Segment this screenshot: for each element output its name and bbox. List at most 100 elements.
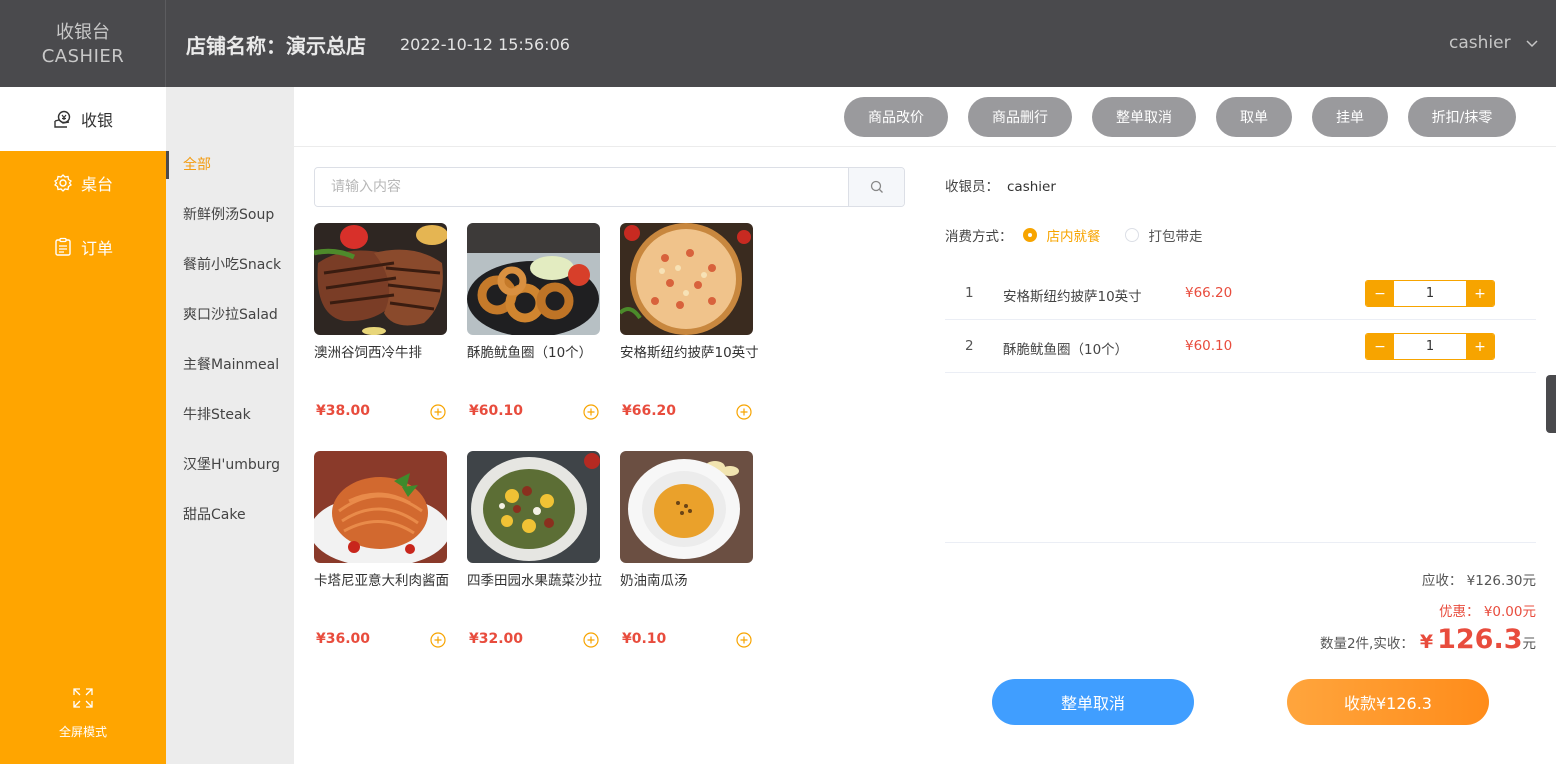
- product-price: ¥36.00: [316, 631, 371, 647]
- product-name: 卡塔尼亚意大利肉酱面: [314, 573, 449, 589]
- cancel-order-button[interactable]: 整单取消: [992, 679, 1194, 725]
- top-header: 收银台 CASHIER 店铺名称：演示总店 2022-10-12 15:56:0…: [0, 0, 1556, 87]
- order-item-row: 2 酥脆鱿鱼圈（10个） ¥60.10 − +: [945, 320, 1536, 373]
- product-price: ¥0.10: [622, 631, 667, 647]
- dine-in-label: 店内就餐: [1046, 229, 1101, 245]
- retrieve-order-button[interactable]: 取单: [1216, 97, 1292, 137]
- fullscreen-label: 全屏模式: [58, 725, 107, 739]
- product-price: ¥66.20: [622, 403, 677, 419]
- search-input[interactable]: [315, 168, 848, 206]
- user-menu[interactable]: cashier: [1449, 33, 1539, 53]
- product-card[interactable]: 四季田园水果蔬菜沙拉 ¥32.00: [467, 451, 602, 661]
- radio-dot: [1022, 228, 1037, 242]
- discount-button[interactable]: 折扣/抹零: [1408, 97, 1516, 137]
- quantity-input[interactable]: [1394, 281, 1466, 306]
- add-to-cart-icon[interactable]: [736, 404, 752, 420]
- store-name: 店铺名称：演示总店: [186, 34, 366, 58]
- add-to-cart-icon[interactable]: [430, 404, 446, 420]
- product-name: 安格斯纽约披萨10英寸: [620, 345, 759, 361]
- nav-item-order[interactable]: 订单: [0, 215, 166, 279]
- nav-item-cashier[interactable]: 收银: [0, 87, 166, 151]
- category-item-soup[interactable]: 新鲜例汤Soup: [166, 201, 294, 229]
- product-card[interactable]: 安格斯纽约披萨10英寸 ¥66.20: [620, 223, 759, 433]
- product-image-pizza: [620, 223, 753, 335]
- product-card[interactable]: 奶油南瓜汤 ¥0.10: [620, 451, 754, 661]
- brand-logo: 收银台 CASHIER: [0, 0, 166, 87]
- order-item-row: 1 安格斯纽约披萨10英寸 ¥66.20 − +: [945, 267, 1536, 320]
- product-card[interactable]: 卡塔尼亚意大利肉酱面 ¥36.00: [314, 451, 449, 661]
- order-item-index: 2: [965, 338, 974, 354]
- product-image-salad: [467, 451, 600, 563]
- add-to-cart-icon[interactable]: [430, 632, 446, 648]
- order-item-price: ¥66.20: [1185, 285, 1233, 301]
- quantity-stepper: − +: [1365, 333, 1495, 360]
- cashier-app: 收银台 CASHIER 店铺名称：演示总店 2022-10-12 15:56:0…: [0, 0, 1556, 764]
- add-to-cart-icon[interactable]: [583, 632, 599, 648]
- fullscreen-toggle[interactable]: 全屏模式: [0, 687, 166, 740]
- quantity-input[interactable]: [1394, 334, 1466, 359]
- takeaway-radio[interactable]: 打包带走: [1124, 225, 1203, 245]
- quantity-increase-button[interactable]: +: [1466, 281, 1494, 306]
- quantity-stepper: − +: [1365, 280, 1495, 307]
- paid-currency: ¥: [1419, 631, 1434, 653]
- delete-line-button[interactable]: 商品删行: [968, 97, 1072, 137]
- dining-mode: 消费方式： 店内就餐 打包带走: [945, 225, 1203, 245]
- chevron-down-icon: [1526, 40, 1538, 48]
- add-to-cart-icon[interactable]: [583, 404, 599, 420]
- product-search: [314, 167, 905, 207]
- order-item-name: 安格斯纽约披萨10英寸: [1003, 289, 1142, 305]
- dine-in-radio[interactable]: 店内就餐: [1022, 225, 1101, 245]
- order-item-price: ¥60.10: [1185, 338, 1233, 354]
- paid-amount: 126.3: [1437, 624, 1523, 655]
- category-item-snack[interactable]: 餐前小吃Snack: [166, 251, 294, 279]
- category-item-cake[interactable]: 甜品Cake: [166, 501, 294, 529]
- category-item-burger[interactable]: 汉堡H'umburg: [166, 451, 294, 479]
- quantity-increase-button[interactable]: +: [1466, 334, 1494, 359]
- paid-unit: 元: [1522, 636, 1537, 652]
- brand-title-cn: 收银台: [56, 22, 110, 43]
- discount-amount: 优惠： ¥0.00元: [1439, 604, 1536, 620]
- category-item-all[interactable]: 全部: [166, 151, 294, 179]
- dining-mode-label: 消费方式：: [945, 229, 1013, 245]
- nav-label-cashier: 收银: [80, 111, 113, 130]
- quantity-decrease-button[interactable]: −: [1366, 281, 1394, 306]
- checkout-button[interactable]: 收款¥126.3: [1287, 679, 1489, 725]
- side-drawer-handle[interactable]: [1546, 375, 1556, 433]
- action-toolbar: 商品改价 商品删行 整单取消 取单 挂单 折扣/抹零: [294, 87, 1556, 147]
- product-name: 奶油南瓜汤: [620, 573, 688, 589]
- product-card[interactable]: 酥脆鱿鱼圈（10个） ¥60.10: [467, 223, 601, 433]
- paid-prefix: 数量2件,实收：: [1319, 636, 1414, 652]
- product-name: 酥脆鱿鱼圈（10个）: [467, 345, 593, 361]
- product-card[interactable]: 澳洲谷饲西冷牛排 ¥38.00: [314, 223, 448, 433]
- category-item-mainmeal[interactable]: 主餐Mainmeal: [166, 351, 294, 379]
- order-item-name: 酥脆鱿鱼圈（10个）: [1003, 342, 1129, 358]
- product-price: ¥32.00: [469, 631, 524, 647]
- product-image-steak: [314, 223, 447, 335]
- product-image-squid-rings: [467, 223, 600, 335]
- nav-label-table: 桌台: [80, 175, 113, 194]
- category-item-steak[interactable]: 牛排Steak: [166, 401, 294, 429]
- category-item-salad[interactable]: 爽口沙拉Salad: [166, 301, 294, 329]
- user-name: cashier: [1449, 33, 1511, 53]
- table-icon: [54, 174, 72, 192]
- amount-paid: 数量2件,实收： ¥ 126.3 元: [1320, 624, 1536, 655]
- product-price: ¥38.00: [316, 403, 371, 419]
- cashier-value: cashier: [1007, 179, 1056, 195]
- takeaway-label: 打包带走: [1148, 229, 1203, 245]
- quantity-decrease-button[interactable]: −: [1366, 334, 1394, 359]
- add-to-cart-icon[interactable]: [736, 632, 752, 648]
- summary-divider: [945, 542, 1536, 543]
- brand-title-en: CASHIER: [41, 46, 125, 67]
- order-item-index: 1: [965, 285, 974, 301]
- product-name: 四季田园水果蔬菜沙拉: [467, 573, 602, 589]
- hold-order-button[interactable]: 挂单: [1312, 97, 1388, 137]
- expand-icon: [73, 688, 93, 708]
- cancel-order-toolbar-button[interactable]: 整单取消: [1092, 97, 1196, 137]
- cashier-icon: [54, 110, 71, 128]
- change-price-button[interactable]: 商品改价: [844, 97, 948, 137]
- main-nav: 收银 桌台 订单 全屏模式: [0, 87, 166, 764]
- nav-item-table[interactable]: 桌台: [0, 151, 166, 215]
- order-icon: [55, 237, 71, 256]
- nav-label-order: 订单: [80, 239, 113, 258]
- search-button[interactable]: [848, 168, 904, 206]
